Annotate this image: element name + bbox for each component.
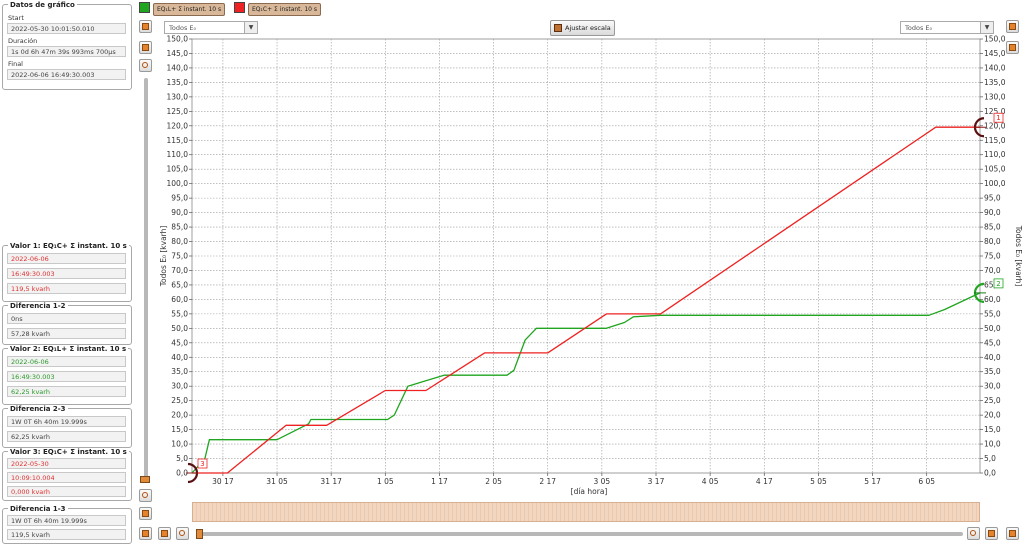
- y-tick-label-left: 120,0: [167, 121, 189, 130]
- y-tick-label-left: 80,0: [171, 237, 188, 246]
- y-tick-label-right: 95,0: [984, 194, 1001, 203]
- y-tick-label-left: 75,0: [171, 252, 188, 261]
- y-tick-label-right: 85,0: [984, 223, 1001, 232]
- y-tick-label-right: 70,0: [984, 266, 1001, 275]
- y-tick-label-left: 10,0: [171, 440, 188, 449]
- x-tick-label: 1 17: [431, 477, 448, 486]
- y-tick-label-left: 55,0: [171, 309, 188, 318]
- x-tick-label: 6 05: [918, 477, 935, 486]
- x-tick-label: 4 05: [702, 477, 719, 486]
- x-axis-ticks: 30 17 31 05 31 17 1 05 1 17 2 05 2 17 3 05 3 17 4…: [212, 473, 935, 486]
- y-tick-label-right: 135,0: [984, 78, 1006, 87]
- y-tick-label-left: 115,0: [167, 136, 189, 145]
- y-tick-label-right: 130,0: [984, 92, 1006, 101]
- y-tick-label-right: 45,0: [984, 338, 1001, 347]
- y-tick-label-left: 45,0: [171, 338, 188, 347]
- y-tick-label-left: 150,0: [167, 35, 189, 44]
- export-bottom-button[interactable]: [158, 527, 171, 540]
- y-tick-label-right: 140,0: [984, 63, 1006, 72]
- y-tick-label-right: 120,0: [984, 121, 1006, 130]
- y-tick-label-right: 60,0: [984, 295, 1001, 304]
- y-tick-label-right: 90,0: [984, 208, 1001, 217]
- y-tick-label-left: 35,0: [171, 367, 188, 376]
- y-tick-label-right: 145,0: [984, 49, 1006, 58]
- y-tick-label-right: 40,0: [984, 353, 1001, 362]
- y-tick-label-right: 5,0: [984, 454, 996, 463]
- y-tick-label-right: 150,0: [984, 35, 1006, 44]
- export-icon: [1009, 530, 1016, 537]
- y-tick-label-right: 15,0: [984, 425, 1001, 434]
- y-tick-label-left: 110,0: [167, 150, 189, 159]
- x-tick-label: 31 17: [320, 477, 342, 486]
- y-tick-label-left: 105,0: [167, 165, 189, 174]
- right-axis-ticks: 0,0 5,0 10,0 15,0 20,0 25,0 30,0 35,0 40,0 45,0 50…: [980, 35, 1006, 478]
- y-axis-label-right: Todos E₀ [kvarh]: [1014, 225, 1023, 287]
- y-tick-label-right: 0,0: [984, 469, 996, 478]
- y-tick-label-left: 5,0: [176, 454, 188, 463]
- zoom-in-horizontal-button[interactable]: [967, 527, 980, 540]
- y-tick-label-left: 65,0: [171, 280, 188, 289]
- x-tick-label: 3 05: [594, 477, 611, 486]
- left-axis-ticks: 0,05,010,015,020,025,030,035,040,045,050…: [167, 35, 192, 478]
- x-tick-label: 31 05: [266, 477, 288, 486]
- y-tick-label-right: 105,0: [984, 165, 1006, 174]
- edit-bottom-right-button[interactable]: [985, 527, 998, 540]
- y-tick-label-left: 50,0: [171, 324, 188, 333]
- y-tick-label-left: 125,0: [167, 107, 189, 116]
- x-tick-label: 2 05: [485, 477, 502, 486]
- horizontal-scroll-thumb[interactable]: [196, 529, 203, 539]
- y-tick-label-left: 95,0: [171, 194, 188, 203]
- y-tick-label-right: 75,0: [984, 252, 1001, 261]
- y-tick-label-right: 100,0: [984, 179, 1006, 188]
- y-tick-label-right: 80,0: [984, 237, 1001, 246]
- y-tick-label-right: 110,0: [984, 150, 1006, 159]
- y-tick-label-right: 50,0: [984, 324, 1001, 333]
- y-tick-label-left: 135,0: [167, 78, 189, 87]
- y-tick-label-left: 90,0: [171, 208, 188, 217]
- x-tick-label: 3 17: [648, 477, 665, 486]
- y-tick-label-left: 30,0: [171, 382, 188, 391]
- y-tick-label-right: 10,0: [984, 440, 1001, 449]
- y-tick-label-right: 55,0: [984, 309, 1001, 318]
- y-tick-label-left: 100,0: [167, 179, 189, 188]
- x-tick-label: 30 17: [212, 477, 234, 486]
- y-tick-label-right: 25,0: [984, 396, 1001, 405]
- y-tick-label-right: 20,0: [984, 411, 1001, 420]
- export-bottom-right-button[interactable]: [1006, 527, 1019, 540]
- y-tick-label-left: 140,0: [167, 63, 189, 72]
- y-tick-label-left: 20,0: [171, 411, 188, 420]
- marker-label: 1: [996, 114, 1000, 122]
- x-tick-label: 5 17: [864, 477, 881, 486]
- y-tick-label-right: 30,0: [984, 382, 1001, 391]
- y-tick-label-left: 130,0: [167, 92, 189, 101]
- marker-label: 3: [200, 460, 204, 468]
- y-tick-label-left: 145,0: [167, 49, 189, 58]
- line-chart[interactable]: 0,05,010,015,020,025,030,035,040,045,050…: [0, 0, 1024, 545]
- export-icon: [161, 530, 168, 537]
- y-tick-label-right: 35,0: [984, 367, 1001, 376]
- y-tick-label-left: 15,0: [171, 425, 188, 434]
- y-tick-label-right: 115,0: [984, 136, 1006, 145]
- x-tick-label: 5 05: [810, 477, 827, 486]
- x-tick-label: 1 05: [377, 477, 394, 486]
- edit-icon: [988, 530, 995, 537]
- y-tick-label-left: 85,0: [171, 223, 188, 232]
- x-tick-label: 4 17: [756, 477, 773, 486]
- y-axis-label-left: Todos E₀ [kvarh]: [159, 226, 168, 288]
- zoom-in-icon: [970, 530, 976, 536]
- overview-strip[interactable]: [192, 502, 980, 522]
- x-tick-label: 2 17: [539, 477, 556, 486]
- zoom-out-icon: [179, 530, 185, 536]
- y-tick-label-left: 25,0: [171, 396, 188, 405]
- x-axis-label: [día hora]: [571, 487, 608, 496]
- y-tick-label-left: 40,0: [171, 353, 188, 362]
- y-tick-label-left: 60,0: [171, 295, 188, 304]
- y-tick-label-left: 70,0: [171, 266, 188, 275]
- marker-label: 2: [996, 280, 1000, 288]
- zoom-out-horizontal-button[interactable]: [176, 527, 189, 540]
- horizontal-scrollbar[interactable]: [197, 532, 963, 536]
